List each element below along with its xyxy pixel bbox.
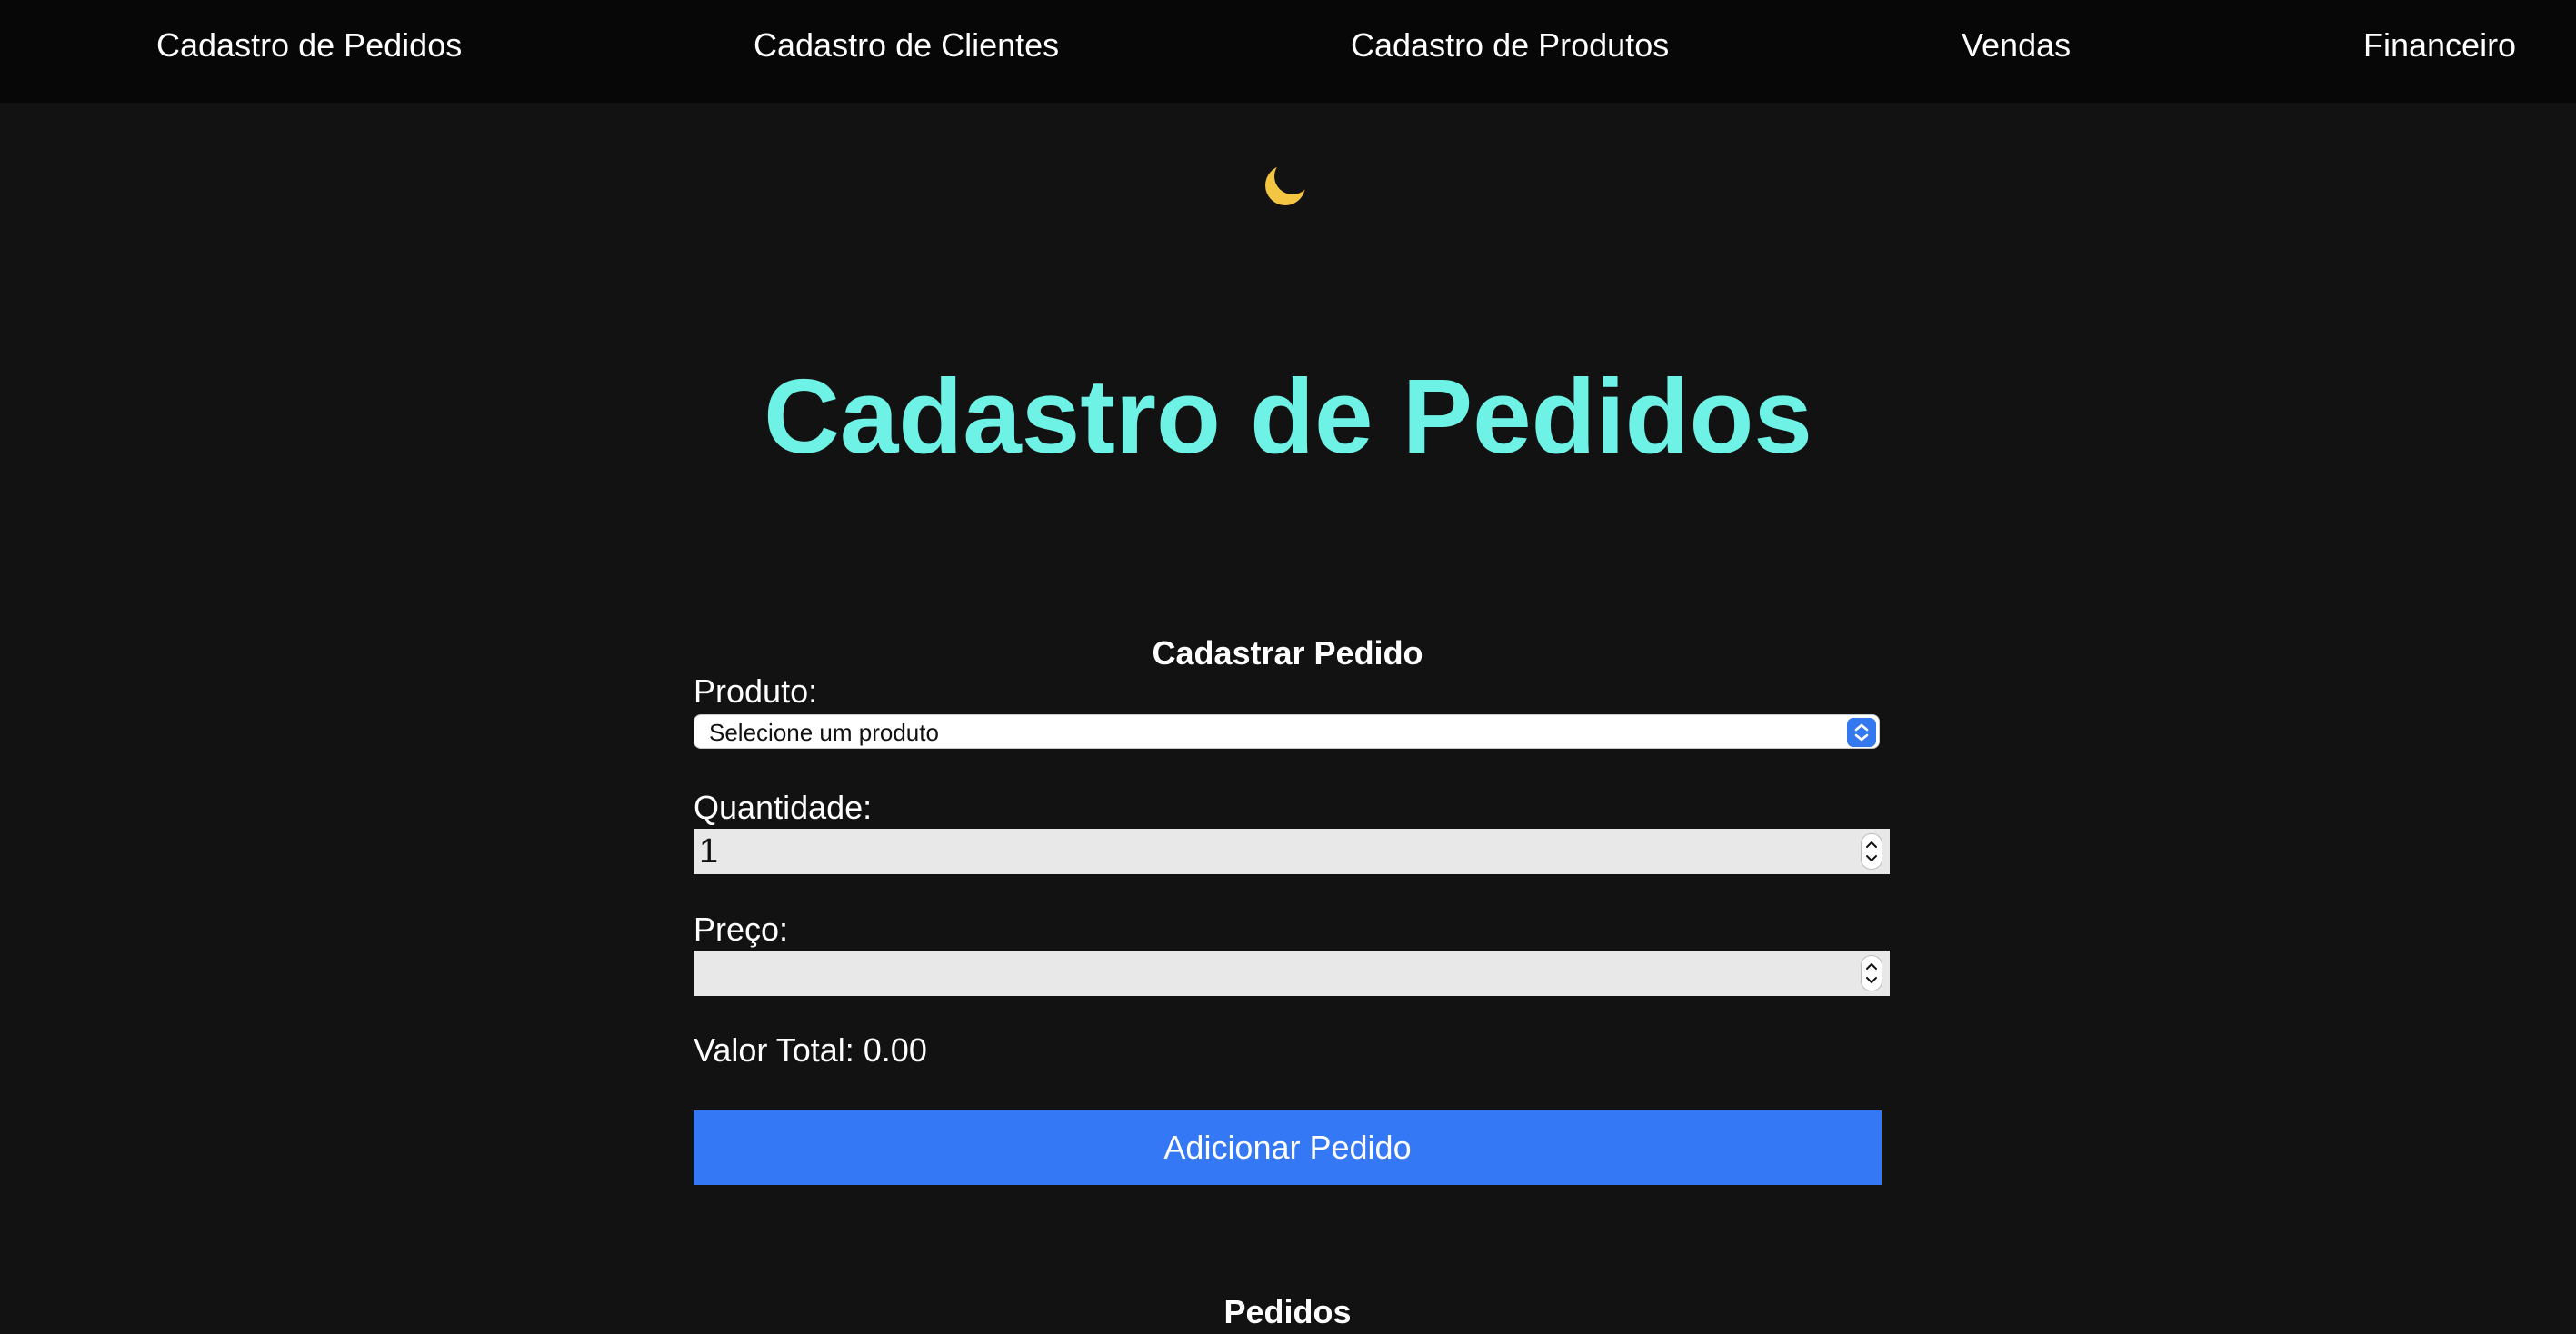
top-navbar: Cadastro de Pedidos Cadastro de Clientes… [0, 0, 2576, 103]
valor-total: Valor Total: 0.00 [694, 1031, 927, 1069]
nav-link-cadastro-pedidos[interactable]: Cadastro de Pedidos [156, 0, 462, 91]
form-heading: Cadastrar Pedido [1152, 634, 1423, 672]
select-arrows-icon [1847, 718, 1876, 747]
produto-select[interactable]: Selecione um produto [694, 714, 1880, 749]
quantidade-value: 1 [699, 832, 719, 871]
nav-link-vendas[interactable]: Vendas [1962, 0, 2071, 91]
stepper-icon [1861, 833, 1882, 870]
nav-link-financeiro[interactable]: Financeiro [2363, 0, 2516, 91]
quantidade-input[interactable]: 1 [694, 829, 1890, 874]
quantidade-stepper[interactable] [1861, 833, 1882, 870]
adicionar-pedido-button[interactable]: Adicionar Pedido [694, 1110, 1882, 1185]
preco-stepper[interactable] [1861, 955, 1882, 991]
page-title: Cadastro de Pedidos [764, 357, 1812, 475]
stepper-icon [1861, 955, 1882, 991]
theme-toggle-button[interactable] [1258, 156, 1314, 213]
pedidos-heading: Pedidos [1223, 1293, 1352, 1330]
produto-select-value: Selecione um produto [709, 719, 939, 746]
preco-input[interactable] [694, 951, 1890, 996]
quantidade-label: Quantidade: [694, 789, 873, 826]
nav-link-cadastro-produtos[interactable]: Cadastro de Produtos [1351, 0, 1669, 91]
moon-icon [1265, 165, 1305, 205]
preco-label: Preço: [694, 911, 789, 948]
nav-link-cadastro-clientes[interactable]: Cadastro de Clientes [754, 0, 1059, 91]
produto-label: Produto: [694, 672, 818, 710]
